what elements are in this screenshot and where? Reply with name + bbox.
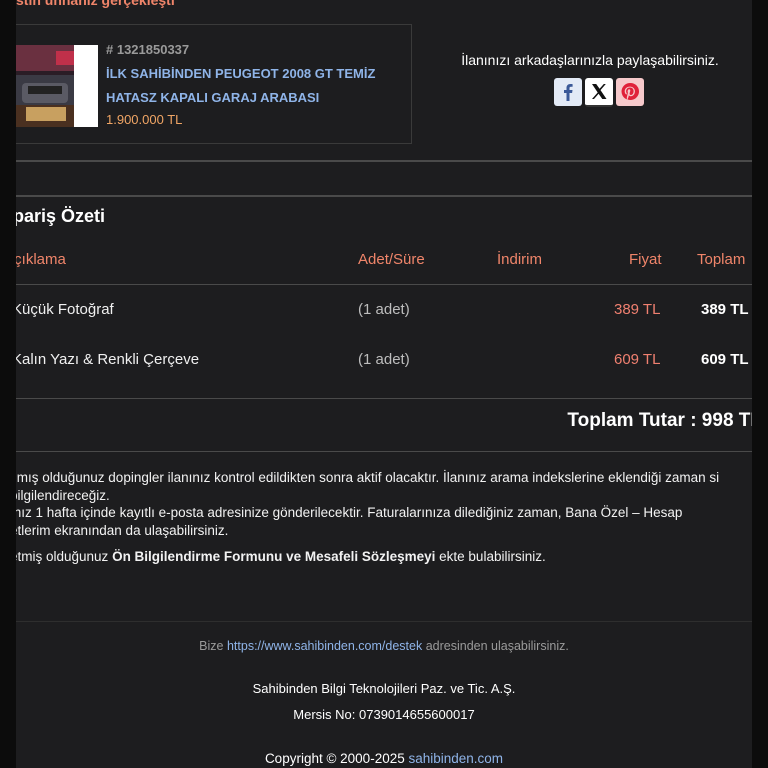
info-text: etlerim ekranından da ulaşabilirsiniz. <box>16 523 229 538</box>
copyright-link[interactable]: sahibinden.com <box>408 751 503 766</box>
row-description: Küçük Fotoğraf <box>16 301 114 318</box>
copyright-text: Copyright © 2000-2025 <box>264 751 409 766</box>
contract-note-prefix: etmiş olduğunuz <box>16 549 113 564</box>
email-panel: stin unhaniz gerçekleşti # 1321850337 İL… <box>16 0 752 768</box>
contract-note: etmiş olduğunuz Ön Bilgilendirme Formunu… <box>16 549 546 564</box>
cut-heading: stin unhaniz gerçekleşti <box>16 0 175 8</box>
share-text: İlanınızı arkadaşlarınızla paylaşabilirs… <box>461 52 719 68</box>
info-text: bilgilendireceğiz. <box>16 488 110 503</box>
divider <box>16 160 752 162</box>
share-section: İlanınızı arkadaşlarınızla paylaşabilirs… <box>452 52 752 107</box>
footer-divider <box>16 621 752 622</box>
info-text: ınız 1 hafta içinde kayıtlı e-posta adre… <box>16 505 683 520</box>
listing-thumbnail[interactable] <box>16 45 98 127</box>
facebook-icon[interactable] <box>554 78 582 106</box>
row-price: 609 TL <box>614 351 661 368</box>
support-suffix: adresinden ulaşabilirsiniz. <box>422 639 569 653</box>
table-header-divider <box>16 284 752 285</box>
listing-card[interactable]: # 1321850337 İLK SAHİBİNDEN PEUGEOT 2008… <box>16 24 412 144</box>
pinterest-icon[interactable] <box>616 78 644 106</box>
col-total: Toplam <box>697 251 746 268</box>
company-name: Sahibinden Bilgi Teknolojileri Paz. ve T… <box>252 681 516 696</box>
row-quantity: (1 adet) <box>358 301 410 318</box>
row-total: 609 TL <box>701 351 749 368</box>
mersis-number: Mersis No: 0739014655600017 <box>293 707 475 722</box>
listing-price: 1.900.000 TL <box>106 112 183 127</box>
order-summary-title: ipariş Özeti <box>16 206 106 226</box>
col-price: Fiyat <box>629 251 662 268</box>
contract-note-suffix: ekte bulabilirsiniz. <box>435 549 546 564</box>
copyright: Copyright © 2000-2025 sahibinden.com <box>16 751 752 766</box>
divider <box>16 451 752 452</box>
row-description: Kalın Yazı & Renkli Çerçeve <box>16 351 200 368</box>
row-quantity: (1 adet) <box>358 351 410 368</box>
support-link[interactable]: https://www.sahibinden.com/destek <box>227 639 422 653</box>
listing-title-link[interactable]: İLK SAHİBİNDEN PEUGEOT 2008 GT TEMİZ HAT… <box>106 62 396 110</box>
x-icon[interactable] <box>585 78 613 107</box>
col-discount: İndirim <box>497 251 543 268</box>
col-description: ıçıklama <box>16 251 66 268</box>
listing-id: # 1321850337 <box>106 42 190 57</box>
contract-link[interactable]: Ön Bilgilendirme Formunu ve Mesafeli Söz… <box>112 549 435 564</box>
grand-total: Toplam Tutar : 998 TL <box>567 410 752 431</box>
row-total: 389 TL <box>701 301 749 318</box>
support-prefix: Bize <box>199 639 227 653</box>
row-price: 389 TL <box>614 301 661 318</box>
divider <box>16 195 752 197</box>
col-quantity: Adet/Süre <box>358 251 425 268</box>
info-text: ılmış olduğunuz dopingler ilanınız kontr… <box>16 470 720 485</box>
support-line: Bize https://www.sahibinden.com/destek a… <box>16 639 752 653</box>
divider <box>16 398 752 399</box>
